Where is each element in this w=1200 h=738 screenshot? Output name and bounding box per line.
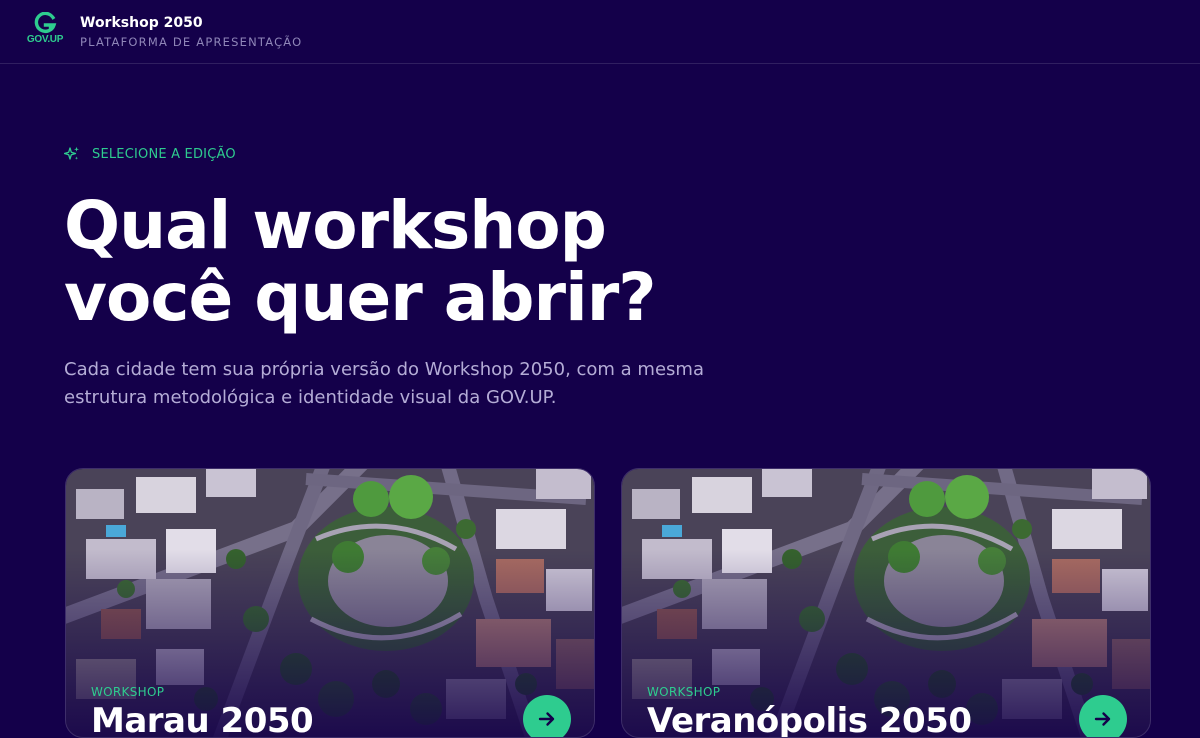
page-title: Qual workshop você quer abrir? bbox=[64, 190, 864, 334]
section-eyebrow: SELECIONE A EDIÇÃO bbox=[64, 145, 236, 163]
eyebrow-label: SELECIONE A EDIÇÃO bbox=[92, 146, 236, 162]
card-tag: WORKSHOP bbox=[91, 685, 165, 699]
sparkles-icon bbox=[64, 146, 79, 160]
page-title-line-1: Qual workshop bbox=[64, 187, 607, 264]
page-description: Cada cidade tem sua própria versão do Wo… bbox=[64, 359, 704, 408]
card-tag: WORKSHOP bbox=[647, 685, 721, 699]
logo-text: GOV.UP bbox=[26, 34, 64, 45]
open-workshop-button[interactable] bbox=[523, 695, 571, 737]
open-workshop-button[interactable] bbox=[1079, 695, 1127, 737]
govup-logo[interactable]: GOV.UP bbox=[24, 12, 66, 50]
app-subtitle: PLATAFORMA DE APRESENTAÇÃO bbox=[80, 35, 303, 49]
app-title: Workshop 2050 bbox=[80, 15, 203, 31]
page-title-line-2: você quer abrir? bbox=[64, 259, 657, 336]
arrow-right-icon bbox=[1094, 712, 1111, 726]
workshop-card-veranopolis[interactable]: WORKSHOP Veranópolis 2050 bbox=[621, 468, 1151, 738]
workshop-card-marau[interactable]: WORKSHOP Marau 2050 bbox=[65, 468, 595, 738]
govup-logo-mark bbox=[34, 12, 57, 33]
top-bar: GOV.UP Workshop 2050 PLATAFORMA DE APRES… bbox=[0, 0, 1200, 64]
arrow-right-icon bbox=[538, 712, 555, 726]
